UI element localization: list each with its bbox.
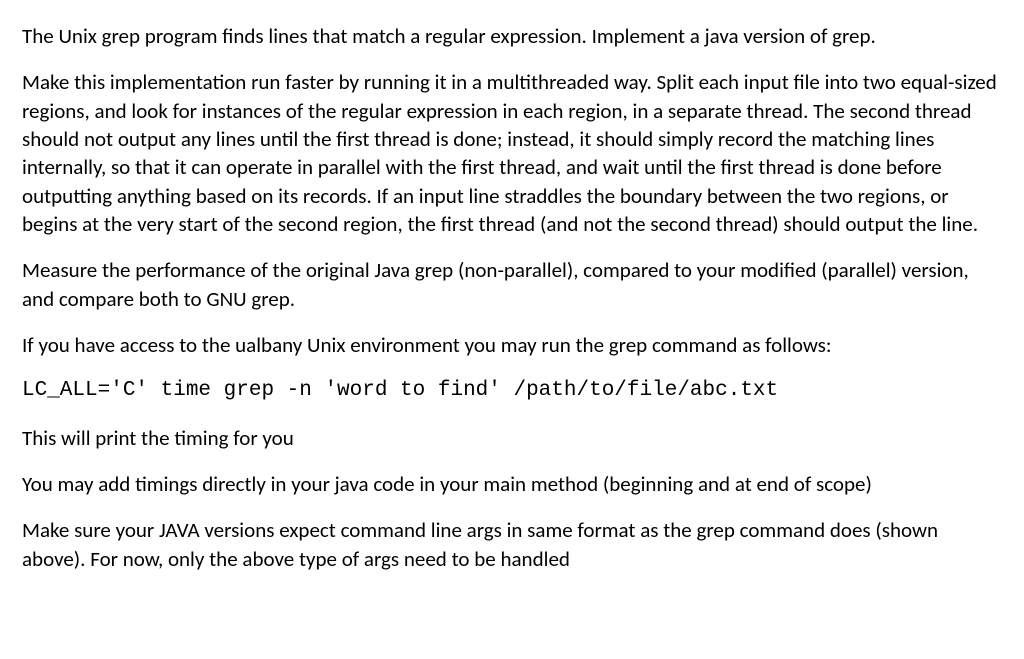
paragraph-java-timings: You may add timings directly in your jav… bbox=[22, 470, 1004, 498]
paragraph-intro: The Unix grep program finds lines that m… bbox=[22, 22, 1004, 50]
paragraph-timing: This will print the timing for you bbox=[22, 424, 1004, 452]
paragraph-measure: Measure the performance of the original … bbox=[22, 256, 1004, 313]
code-command: LC_ALL='C' time grep -n 'word to find' /… bbox=[22, 377, 1004, 405]
paragraph-args: Make sure your JAVA versions expect comm… bbox=[22, 516, 1004, 573]
paragraph-multithread: Make this implementation run faster by r… bbox=[22, 68, 1004, 238]
paragraph-ualbany: If you have access to the ualbany Unix e… bbox=[22, 331, 1004, 359]
